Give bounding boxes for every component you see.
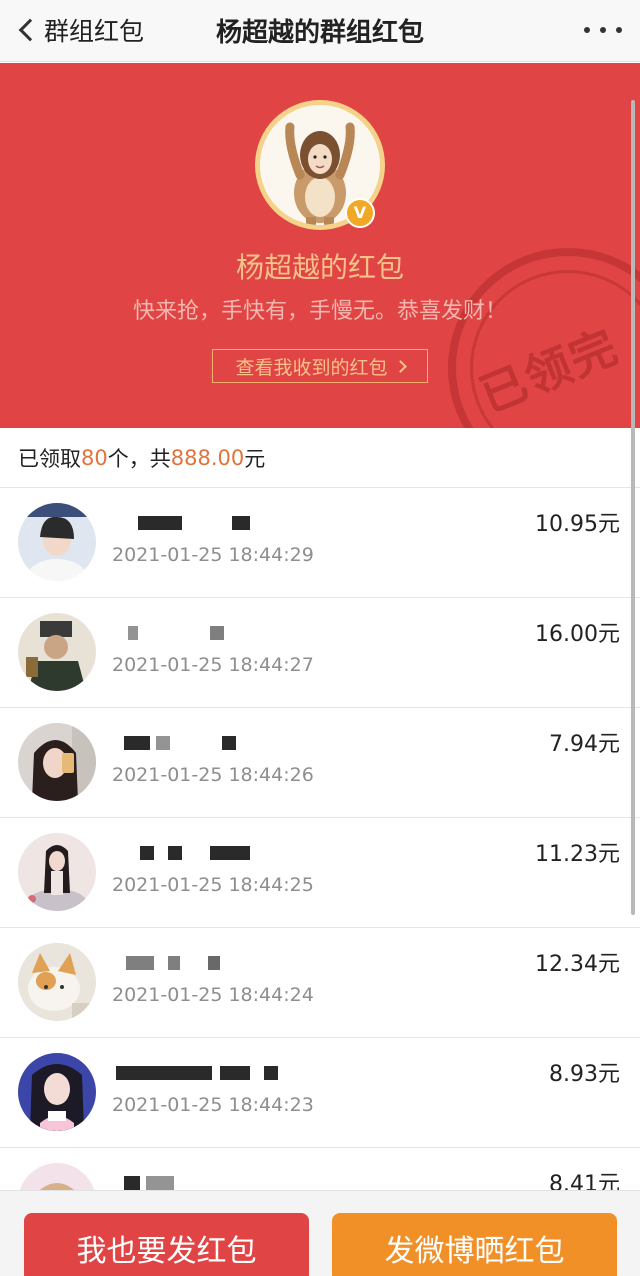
claim-time: 2021-01-25 18:44:29: [112, 544, 314, 566]
red-packet-header: 已领完 V 杨超越的红包 快来抢，手快有，手慢无。恭喜发财！ 查看我收到的红包: [0, 63, 640, 428]
summary-prefix: 已领取: [18, 446, 81, 471]
claim-time: 2021-01-25 18:44:25: [112, 874, 314, 896]
list-item[interactable]: 2021-01-25 18:44:27 16.00元: [0, 598, 640, 708]
masked-username: [112, 956, 282, 974]
claim-summary: 已领取 80 个，共 888.00 元: [0, 428, 640, 488]
claim-amount: 12.34元: [535, 952, 620, 977]
navigation-bar: 群组红包 杨超越的群组红包: [0, 0, 640, 62]
summary-middle: 个，共: [107, 446, 171, 471]
blessing-text: 快来抢，手快有，手慢无。恭喜发财！: [132, 299, 507, 324]
masked-username: [112, 1066, 282, 1084]
avatar: [18, 503, 96, 581]
claim-amount: 10.95元: [535, 512, 620, 537]
claim-time: 2021-01-25 18:44:27: [112, 654, 314, 676]
more-options-icon[interactable]: [584, 18, 622, 42]
total-amount: 888.00: [170, 445, 245, 470]
claim-amount: 16.00元: [535, 622, 620, 647]
avatar: [18, 943, 96, 1021]
claim-amount: 8.93元: [549, 1062, 620, 1087]
claimed-count: 80: [81, 445, 108, 470]
avatar: [18, 1053, 96, 1131]
list-item[interactable]: 2021-01-25 18:44:25 11.23元: [0, 818, 640, 928]
list-item[interactable]: 2021-01-25 18:44:24 12.34元: [0, 928, 640, 1038]
list-item[interactable]: 2021-01-25 18:44:26 7.94元: [0, 708, 640, 818]
masked-username: [112, 516, 282, 534]
chevron-right-icon: [393, 359, 407, 373]
masked-username: [112, 626, 282, 644]
share-on-weibo-button[interactable]: 发微博晒红包: [332, 1213, 617, 1276]
claim-time: 2021-01-25 18:44:23: [112, 1094, 314, 1116]
avatar: [18, 613, 96, 691]
scrollbar[interactable]: [631, 100, 635, 915]
back-label: 群组红包: [44, 17, 145, 46]
send-red-packet-button[interactable]: 我也要发红包: [24, 1213, 309, 1276]
claim-amount: 7.94元: [549, 732, 620, 757]
avatar: [18, 723, 96, 801]
list-item[interactable]: 2021-01-25 18:44:29 10.95元: [0, 488, 640, 598]
summary-suffix: 元: [244, 446, 266, 471]
verified-badge-icon: V: [345, 198, 375, 228]
view-my-red-packets-link[interactable]: 查看我收到的红包: [212, 349, 428, 383]
back-button[interactable]: 群组红包: [14, 10, 144, 50]
chevron-left-icon: [18, 18, 42, 42]
claim-time: 2021-01-25 18:44:26: [112, 764, 314, 786]
claim-time: 2021-01-25 18:44:24: [112, 984, 314, 1006]
claim-record-list: 2021-01-25 18:44:29 10.95元 2021-01-25 18…: [0, 488, 640, 1258]
list-item[interactable]: 2021-01-25 18:44:23 8.93元: [0, 1038, 640, 1148]
view-my-red-packets-label: 查看我收到的红包: [235, 356, 388, 379]
bottom-action-bar: 我也要发红包 发微博晒红包: [0, 1190, 640, 1276]
claim-amount: 11.23元: [535, 842, 620, 867]
red-packet-owner-name: 杨超越的红包: [235, 251, 404, 284]
masked-username: [112, 736, 282, 754]
masked-username: [112, 846, 282, 864]
avatar: [18, 833, 96, 911]
